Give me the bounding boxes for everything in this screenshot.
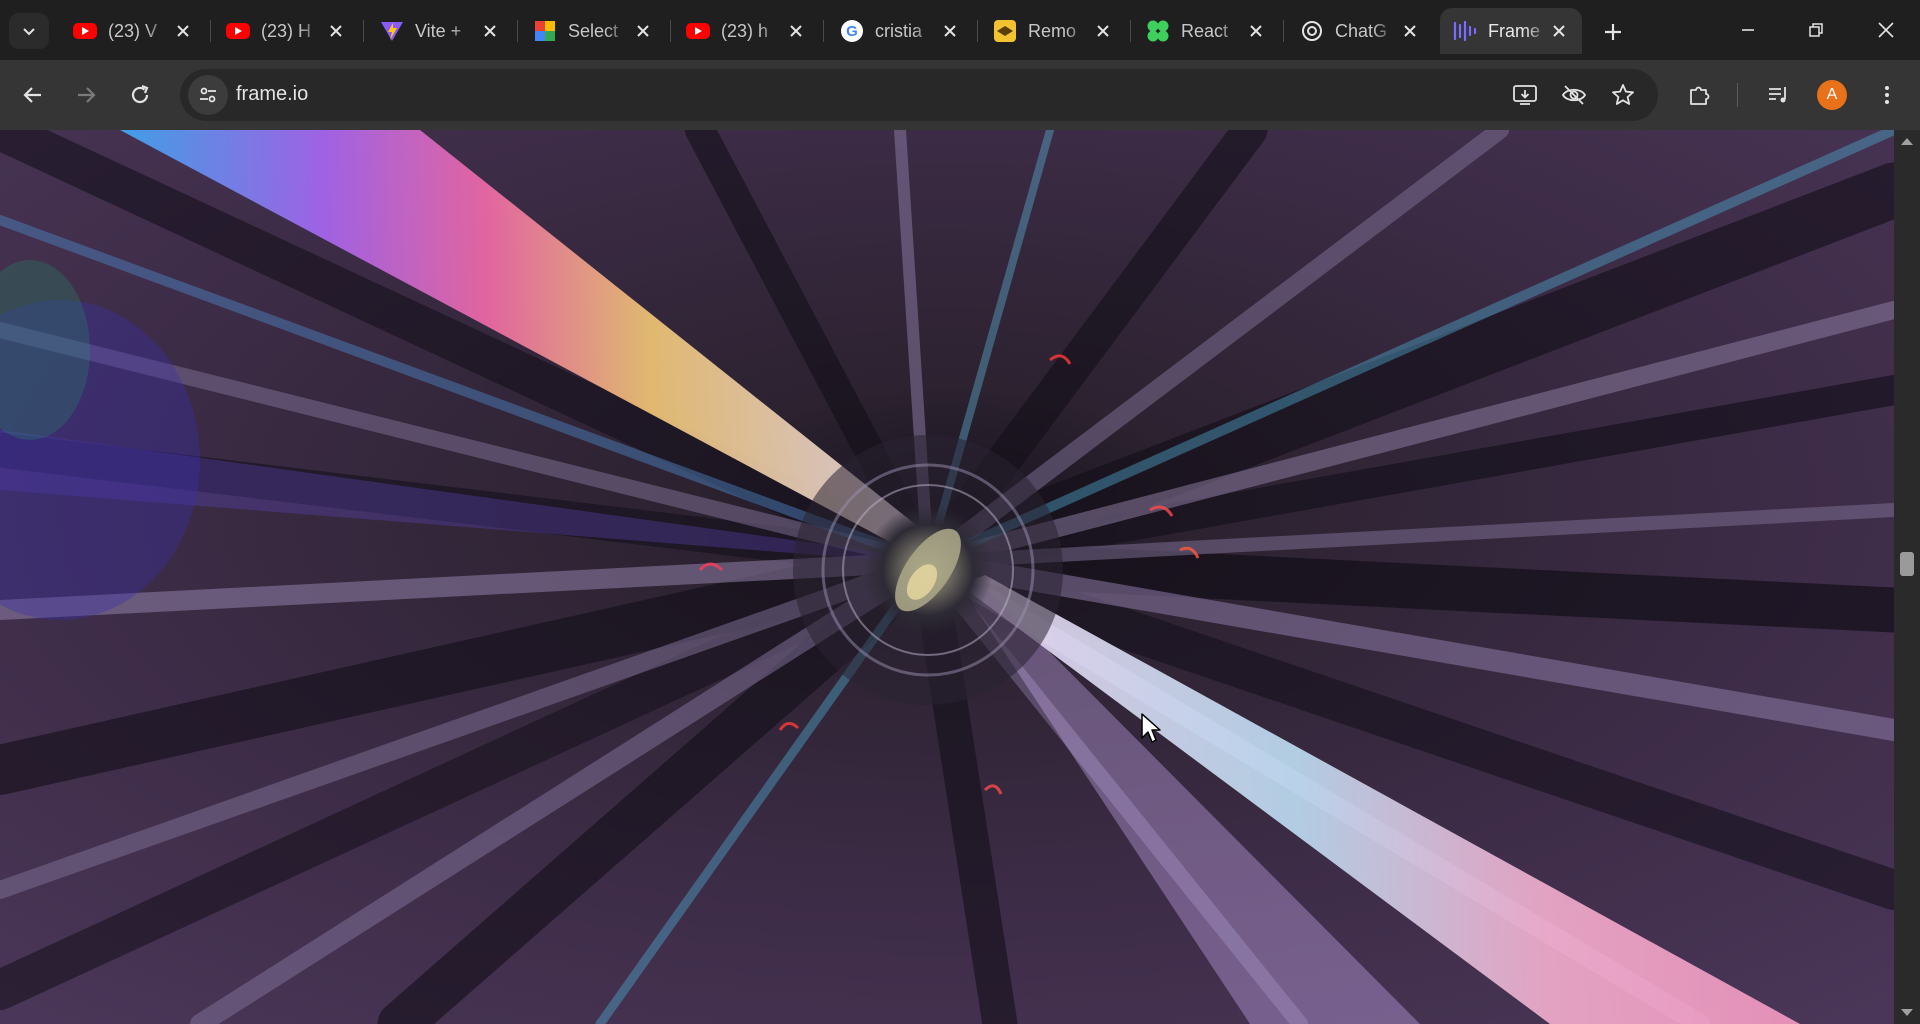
tab-select[interactable]: Select <box>520 8 672 54</box>
toolbar-divider <box>1737 83 1738 107</box>
tab-divider <box>1130 20 1131 42</box>
tab-youtube-1[interactable]: (23) V <box>60 8 212 54</box>
arrow-right-icon <box>78 87 96 103</box>
star-icon <box>1612 84 1634 105</box>
page-content <box>0 130 1894 1024</box>
tab-title: ChatG <box>1335 20 1388 41</box>
chevron-down-icon <box>23 28 35 36</box>
close-icon[interactable] <box>785 20 807 42</box>
more-vert-icon <box>1885 86 1889 104</box>
tab-youtube-3[interactable]: (23) h <box>673 8 825 54</box>
profile-avatar[interactable]: A <box>1817 80 1847 110</box>
svg-text:G: G <box>846 23 858 40</box>
window-close-button[interactable] <box>1863 10 1909 50</box>
tab-title: (23) V <box>108 20 158 41</box>
minimize-icon <box>1742 29 1754 31</box>
tab-title: React <box>1181 20 1229 41</box>
close-icon[interactable] <box>1092 20 1114 42</box>
tab-strip: (23) V (23) H Vite + Select (23) h G cri… <box>0 0 1920 60</box>
tab-youtube-2[interactable]: (23) H <box>213 8 365 54</box>
site-info-button[interactable] <box>188 75 228 115</box>
page-scrollbar[interactable] <box>1894 130 1920 1024</box>
tab-react[interactable]: React <box>1133 8 1285 54</box>
close-icon[interactable] <box>1245 20 1267 42</box>
chatgpt-icon <box>1299 18 1325 44</box>
puzzle-icon <box>1690 86 1710 105</box>
tab-divider <box>210 20 211 42</box>
youtube-icon <box>685 18 711 44</box>
remote-icon <box>992 18 1018 44</box>
restore-button[interactable] <box>1793 10 1839 50</box>
tab-chatgpt[interactable]: ChatG <box>1287 8 1439 54</box>
close-icon <box>1878 22 1894 38</box>
back-button[interactable] <box>13 75 53 115</box>
scroll-up-arrow-icon[interactable] <box>1901 138 1913 145</box>
queue-music-icon <box>1769 87 1786 103</box>
tracking-protection-button[interactable] <box>1558 79 1590 111</box>
extensions-button[interactable] <box>1679 75 1719 115</box>
youtube-icon <box>72 18 98 44</box>
arrow-left-icon <box>23 87 41 103</box>
tab-divider <box>670 20 671 42</box>
frameio-icon <box>1452 18 1478 44</box>
tab-title: (23) H <box>261 20 312 41</box>
reload-button[interactable] <box>120 75 160 115</box>
close-icon[interactable] <box>479 20 501 42</box>
browser-toolbar: frame.io A <box>0 60 1920 130</box>
scroll-down-arrow-icon[interactable] <box>1901 1009 1913 1016</box>
install-icon <box>1513 85 1537 105</box>
scrollbar-thumb[interactable] <box>1900 552 1914 576</box>
tab-divider <box>977 20 978 42</box>
media-controls-button[interactable] <box>1758 75 1798 115</box>
browser-menu-button[interactable] <box>1867 75 1907 115</box>
eye-off-icon <box>1561 85 1587 105</box>
url-text[interactable]: frame.io <box>236 83 308 106</box>
forward-button[interactable] <box>66 75 106 115</box>
tab-title: Remo <box>1028 20 1077 41</box>
google-icon: G <box>839 18 865 44</box>
close-icon[interactable] <box>939 20 961 42</box>
close-icon[interactable] <box>1548 20 1570 42</box>
address-bar[interactable]: frame.io <box>180 69 1658 121</box>
react-clover-icon <box>1145 18 1171 44</box>
install-app-button[interactable] <box>1509 79 1541 111</box>
tab-title: cristia <box>875 20 923 41</box>
minimize-button[interactable] <box>1725 10 1771 50</box>
tune-icon <box>200 87 216 103</box>
plus-icon <box>1605 24 1621 40</box>
tab-vite[interactable]: Vite + <box>367 8 519 54</box>
close-icon[interactable] <box>172 20 194 42</box>
restore-icon <box>1809 23 1823 37</box>
reload-icon <box>131 84 149 104</box>
tab-divider <box>363 20 364 42</box>
tab-title: Select <box>568 20 619 41</box>
mouse-cursor-icon <box>1141 713 1161 743</box>
tab-frame-active[interactable]: Frame <box>1440 8 1582 54</box>
bookmark-button[interactable] <box>1607 79 1639 111</box>
colorful-icon <box>532 18 558 44</box>
tab-divider <box>1283 20 1284 42</box>
close-icon[interactable] <box>1399 20 1421 42</box>
tab-divider <box>517 20 518 42</box>
youtube-icon <box>225 18 251 44</box>
tab-title: Vite + <box>415 20 462 41</box>
tab-title: (23) h <box>721 20 769 41</box>
vite-icon <box>379 18 405 44</box>
hero-video[interactable] <box>0 130 1894 1024</box>
close-icon[interactable] <box>325 20 347 42</box>
tab-google[interactable]: G cristia <box>827 8 979 54</box>
tab-search-button[interactable] <box>9 13 49 49</box>
tab-title: Frame <box>1488 20 1541 41</box>
tab-divider <box>823 20 824 42</box>
close-icon[interactable] <box>632 20 654 42</box>
new-tab-button[interactable] <box>1597 16 1629 48</box>
tab-remote[interactable]: Remo <box>980 8 1132 54</box>
